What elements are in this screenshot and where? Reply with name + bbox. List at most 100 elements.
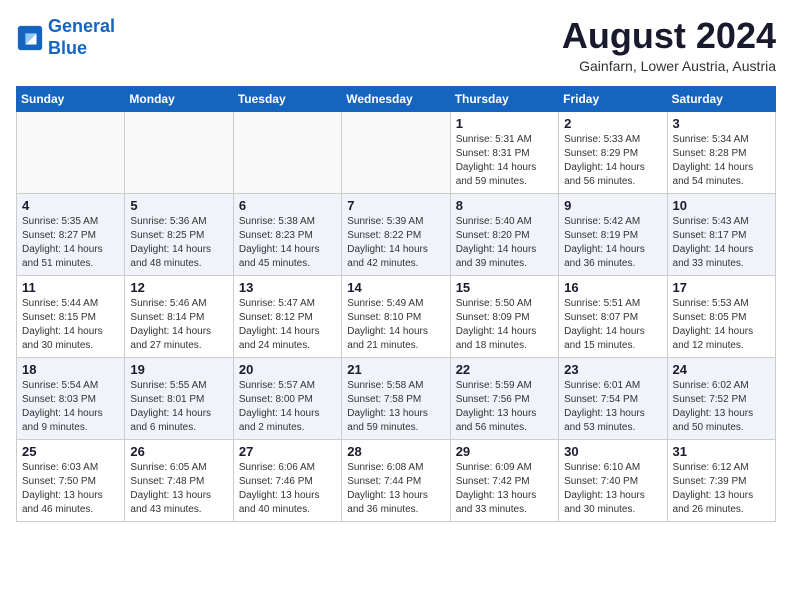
calendar-table: SundayMondayTuesdayWednesdayThursdayFrid…	[16, 86, 776, 522]
calendar-cell: 23 Sunrise: 6:01 AM Sunset: 7:54 PM Dayli…	[559, 357, 667, 439]
day-number: 24	[673, 362, 770, 377]
calendar-cell	[125, 111, 233, 193]
day-number: 12	[130, 280, 227, 295]
calendar-cell: 3 Sunrise: 5:34 AM Sunset: 8:28 PM Daylig…	[667, 111, 775, 193]
day-number: 1	[456, 116, 553, 131]
day-number: 16	[564, 280, 661, 295]
day-info: Sunrise: 6:09 AM Sunset: 7:42 PM Dayligh…	[456, 461, 553, 517]
calendar-week-row: 25 Sunrise: 6:03 AM Sunset: 7:50 PM Dayli…	[17, 439, 776, 521]
day-info: Sunrise: 5:33 AM Sunset: 8:29 PM Dayligh…	[564, 133, 661, 189]
day-info: Sunrise: 5:40 AM Sunset: 8:20 PM Dayligh…	[456, 215, 553, 271]
day-info: Sunrise: 6:06 AM Sunset: 7:46 PM Dayligh…	[239, 461, 336, 517]
calendar-cell	[342, 111, 450, 193]
day-info: Sunrise: 5:47 AM Sunset: 8:12 PM Dayligh…	[239, 297, 336, 353]
day-info: Sunrise: 6:08 AM Sunset: 7:44 PM Dayligh…	[347, 461, 444, 517]
calendar-cell: 27 Sunrise: 6:06 AM Sunset: 7:46 PM Dayli…	[233, 439, 341, 521]
page-header: General Blue August 2024 Gainfarn, Lower…	[16, 16, 776, 74]
calendar-cell: 18Sunrise: 5:54 AM Sunset: 8:03 PM Dayli…	[17, 357, 125, 439]
day-info: Sunrise: 5:50 AM Sunset: 8:09 PM Dayligh…	[456, 297, 553, 353]
day-number: 6	[239, 198, 336, 213]
calendar-cell: 1 Sunrise: 5:31 AM Sunset: 8:31 PM Daylig…	[450, 111, 558, 193]
day-number: 19	[130, 362, 227, 377]
day-info: Sunrise: 5:51 AM Sunset: 8:07 PM Dayligh…	[564, 297, 661, 353]
calendar-cell: 11 Sunrise: 5:44 AM Sunset: 8:15 PM Dayli…	[17, 275, 125, 357]
day-number: 9	[564, 198, 661, 213]
day-number: 2	[564, 116, 661, 131]
day-number: 22	[456, 362, 553, 377]
calendar-week-row: 1 Sunrise: 5:31 AM Sunset: 8:31 PM Daylig…	[17, 111, 776, 193]
day-info: Sunrise: 5:59 AM Sunset: 7:56 PM Dayligh…	[456, 379, 553, 435]
calendar-cell: 10Sunrise: 5:43 AM Sunset: 8:17 PM Dayli…	[667, 193, 775, 275]
day-info: Sunrise: 6:03 AM Sunset: 7:50 PM Dayligh…	[22, 461, 119, 517]
calendar-cell: 13 Sunrise: 5:47 AM Sunset: 8:12 PM Dayli…	[233, 275, 341, 357]
day-number: 26	[130, 444, 227, 459]
logo: General Blue	[16, 16, 115, 59]
calendar-cell: 16 Sunrise: 5:51 AM Sunset: 8:07 PM Dayli…	[559, 275, 667, 357]
weekday-header-sunday: Sunday	[17, 86, 125, 111]
day-info: Sunrise: 5:44 AM Sunset: 8:15 PM Dayligh…	[22, 297, 119, 353]
day-info: Sunrise: 5:55 AM Sunset: 8:01 PM Dayligh…	[130, 379, 227, 435]
day-info: Sunrise: 5:49 AM Sunset: 8:10 PM Dayligh…	[347, 297, 444, 353]
calendar-cell: 30Sunrise: 6:10 AM Sunset: 7:40 PM Dayli…	[559, 439, 667, 521]
calendar-cell: 6 Sunrise: 5:38 AM Sunset: 8:23 PM Daylig…	[233, 193, 341, 275]
calendar-cell: 12 Sunrise: 5:46 AM Sunset: 8:14 PM Dayli…	[125, 275, 233, 357]
day-info: Sunrise: 5:58 AM Sunset: 7:58 PM Dayligh…	[347, 379, 444, 435]
day-info: Sunrise: 6:10 AM Sunset: 7:40 PM Dayligh…	[564, 461, 661, 517]
weekday-header-friday: Friday	[559, 86, 667, 111]
location-subtitle: Gainfarn, Lower Austria, Austria	[562, 58, 776, 74]
day-number: 17	[673, 280, 770, 295]
day-number: 28	[347, 444, 444, 459]
title-area: August 2024 Gainfarn, Lower Austria, Aus…	[562, 16, 776, 74]
day-info: Sunrise: 6:02 AM Sunset: 7:52 PM Dayligh…	[673, 379, 770, 435]
day-info: Sunrise: 6:12 AM Sunset: 7:39 PM Dayligh…	[673, 461, 770, 517]
day-info: Sunrise: 5:31 AM Sunset: 8:31 PM Dayligh…	[456, 133, 553, 189]
calendar-cell: 7Sunrise: 5:39 AM Sunset: 8:22 PM Daylig…	[342, 193, 450, 275]
logo-text: General Blue	[48, 16, 115, 59]
weekday-header-monday: Monday	[125, 86, 233, 111]
day-number: 5	[130, 198, 227, 213]
calendar-cell: 14 Sunrise: 5:49 AM Sunset: 8:10 PM Dayli…	[342, 275, 450, 357]
day-number: 8	[456, 198, 553, 213]
calendar-cell: 19 Sunrise: 5:55 AM Sunset: 8:01 PM Dayli…	[125, 357, 233, 439]
day-number: 13	[239, 280, 336, 295]
day-info: Sunrise: 5:35 AM Sunset: 8:27 PM Dayligh…	[22, 215, 119, 271]
weekday-header-thursday: Thursday	[450, 86, 558, 111]
day-number: 27	[239, 444, 336, 459]
day-number: 15	[456, 280, 553, 295]
calendar-cell: 17 Sunrise: 5:53 AM Sunset: 8:05 PM Dayli…	[667, 275, 775, 357]
day-number: 4	[22, 198, 119, 213]
day-number: 23	[564, 362, 661, 377]
day-number: 14	[347, 280, 444, 295]
calendar-cell: 25 Sunrise: 6:03 AM Sunset: 7:50 PM Dayli…	[17, 439, 125, 521]
calendar-cell: 24 Sunrise: 6:02 AM Sunset: 7:52 PM Dayli…	[667, 357, 775, 439]
day-info: Sunrise: 5:46 AM Sunset: 8:14 PM Dayligh…	[130, 297, 227, 353]
calendar-cell: 20Sunrise: 5:57 AM Sunset: 8:00 PM Dayli…	[233, 357, 341, 439]
calendar-cell: 21 Sunrise: 5:58 AM Sunset: 7:58 PM Dayli…	[342, 357, 450, 439]
calendar-cell	[17, 111, 125, 193]
calendar-week-row: 11 Sunrise: 5:44 AM Sunset: 8:15 PM Dayli…	[17, 275, 776, 357]
calendar-cell: 31Sunrise: 6:12 AM Sunset: 7:39 PM Dayli…	[667, 439, 775, 521]
day-info: Sunrise: 6:05 AM Sunset: 7:48 PM Dayligh…	[130, 461, 227, 517]
calendar-cell: 8 Sunrise: 5:40 AM Sunset: 8:20 PM Daylig…	[450, 193, 558, 275]
weekday-header-tuesday: Tuesday	[233, 86, 341, 111]
day-info: Sunrise: 5:53 AM Sunset: 8:05 PM Dayligh…	[673, 297, 770, 353]
day-number: 25	[22, 444, 119, 459]
day-number: 11	[22, 280, 119, 295]
day-number: 7	[347, 198, 444, 213]
calendar-cell: 5Sunrise: 5:36 AM Sunset: 8:25 PM Daylig…	[125, 193, 233, 275]
calendar-cell: 28 Sunrise: 6:08 AM Sunset: 7:44 PM Dayli…	[342, 439, 450, 521]
weekday-header-saturday: Saturday	[667, 86, 775, 111]
day-number: 21	[347, 362, 444, 377]
day-info: Sunrise: 5:38 AM Sunset: 8:23 PM Dayligh…	[239, 215, 336, 271]
calendar-week-row: 18Sunrise: 5:54 AM Sunset: 8:03 PM Dayli…	[17, 357, 776, 439]
day-number: 29	[456, 444, 553, 459]
weekday-header-wednesday: Wednesday	[342, 86, 450, 111]
weekday-header-row: SundayMondayTuesdayWednesdayThursdayFrid…	[17, 86, 776, 111]
calendar-cell: 15 Sunrise: 5:50 AM Sunset: 8:09 PM Dayli…	[450, 275, 558, 357]
calendar-cell: 26 Sunrise: 6:05 AM Sunset: 7:48 PM Dayli…	[125, 439, 233, 521]
day-info: Sunrise: 5:34 AM Sunset: 8:28 PM Dayligh…	[673, 133, 770, 189]
calendar-cell: 2 Sunrise: 5:33 AM Sunset: 8:29 PM Daylig…	[559, 111, 667, 193]
day-info: Sunrise: 6:01 AM Sunset: 7:54 PM Dayligh…	[564, 379, 661, 435]
day-number: 3	[673, 116, 770, 131]
day-info: Sunrise: 5:43 AM Sunset: 8:17 PM Dayligh…	[673, 215, 770, 271]
